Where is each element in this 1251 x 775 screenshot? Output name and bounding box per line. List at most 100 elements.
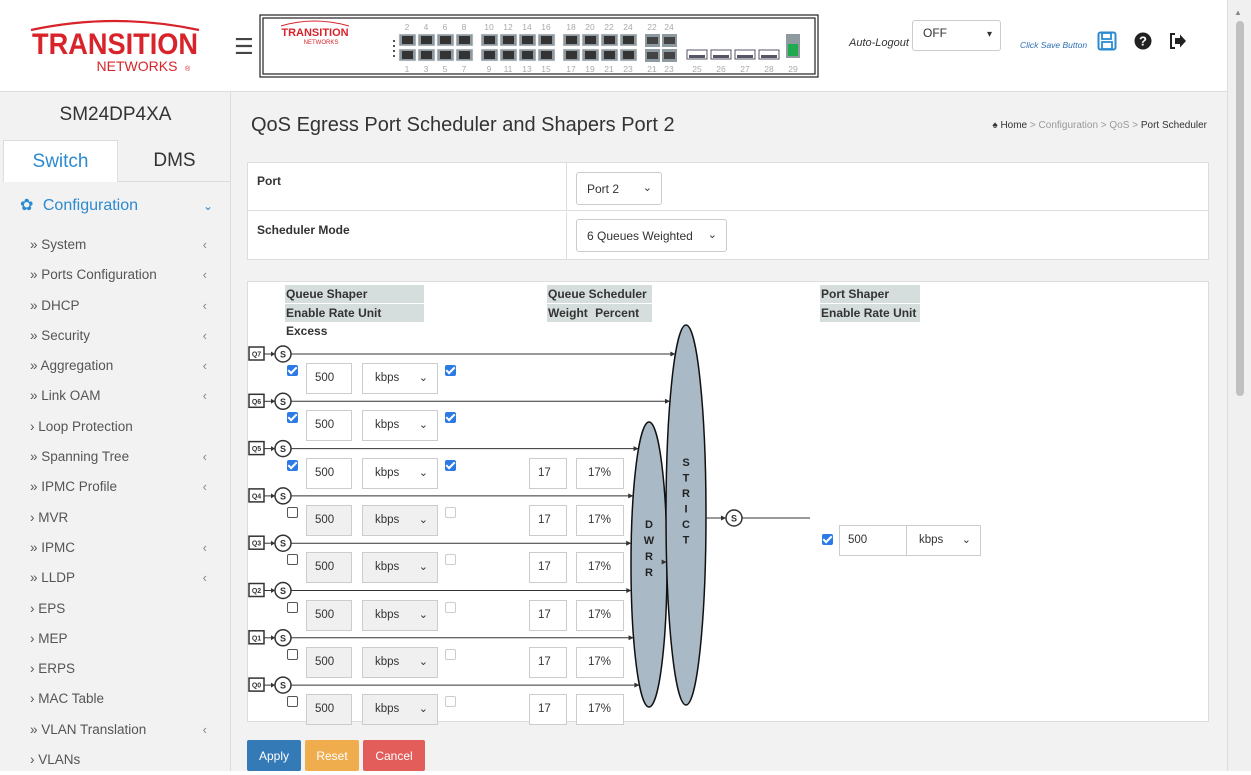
nav-item[interactable]: » VLAN Translation ‹	[0, 715, 231, 745]
nav-item[interactable]: » LLDP ‹	[0, 563, 231, 593]
queue-scheduler-cols: Weight Percent	[547, 304, 652, 322]
queue-shaper-rate-input[interactable]: 500	[306, 646, 352, 678]
queue-shaper-rate-input[interactable]: 500	[306, 363, 352, 394]
queue-shaper-unit-select[interactable]: kbps ⌄	[362, 363, 438, 394]
queue-weight-input[interactable]: 17	[529, 599, 567, 631]
nav-item[interactable]: » Aggregation ‹	[0, 351, 231, 381]
cancel-button[interactable]: Cancel	[363, 740, 425, 771]
nav-item[interactable]: » Link OAM ‹	[0, 381, 231, 411]
chevron-left-icon: ‹	[202, 479, 207, 495]
port-select[interactable]: Port 2 ⌄	[576, 172, 662, 205]
port-number: 10	[484, 22, 494, 32]
logout-icon[interactable]	[1169, 33, 1187, 49]
queue-shaper-excess-checkbox[interactable]	[445, 696, 456, 708]
queue-weight-input[interactable]: 17	[529, 457, 567, 489]
help-icon[interactable]: ?	[1134, 32, 1152, 50]
port-number: 19	[585, 64, 595, 74]
queue-shaper-excess-checkbox[interactable]	[445, 601, 456, 613]
queue-shaper-unit-select[interactable]: kbps ⌄	[362, 694, 438, 726]
nav-item[interactable]: › MAC Table	[0, 684, 231, 714]
nav-item[interactable]: › MVR	[0, 503, 231, 533]
scheduler-mode-select[interactable]: 6 Queues Weighted ⌄	[576, 219, 727, 252]
queue-percent-value: 17%	[576, 504, 624, 536]
nav-item[interactable]: › EPS	[0, 594, 231, 624]
queue-shaper-enable-checkbox[interactable]	[287, 459, 298, 471]
chevron-down-icon: ⌄	[418, 466, 428, 479]
queue-shaper-unit-select[interactable]: kbps ⌄	[362, 552, 438, 584]
queue-shaper-excess-checkbox[interactable]	[445, 459, 456, 471]
queue-shaper-rate-input[interactable]: 500	[306, 599, 352, 631]
chevron-down-icon: ⌄	[418, 703, 428, 716]
queue-weight-input[interactable]: 17	[529, 694, 567, 726]
save-icon[interactable]	[1097, 31, 1117, 51]
nav-item[interactable]: » DHCP ‹	[0, 291, 231, 321]
reset-button[interactable]: Reset	[305, 740, 359, 771]
port-number: 17	[566, 64, 576, 74]
chevron-down-icon: ⌄	[418, 608, 428, 621]
queue-percent-value: 17%	[576, 457, 624, 489]
queue-shaper-excess-checkbox[interactable]	[445, 365, 456, 376]
port-shaper-unit-select[interactable]: kbps ⌄	[906, 525, 981, 556]
transition-networks-logo: TRANSITION NETWORKS ®	[30, 19, 200, 74]
queue-shaper-excess-checkbox[interactable]	[445, 412, 456, 424]
click-save-button-link[interactable]: Click Save Button	[1020, 40, 1087, 50]
scroll-up-arrow-icon[interactable]: ▲	[1234, 8, 1242, 17]
nav-item[interactable]: › MEP	[0, 624, 231, 654]
auto-logout-select[interactable]: OFF ▾	[912, 20, 1001, 51]
nav-item[interactable]: » System ‹	[0, 230, 231, 260]
queue-weight-input[interactable]: 17	[529, 552, 567, 584]
queue-weight-input[interactable]: 17	[529, 504, 567, 536]
queue-shaper-rate-input[interactable]: 500	[306, 457, 352, 489]
queue-shaper-enable-checkbox[interactable]	[287, 601, 298, 613]
queue-node: Q7 S	[248, 345, 676, 363]
queue-shaper-unit-select[interactable]: kbps ⌄	[362, 457, 438, 489]
chevron-down-icon: ⌄	[418, 655, 428, 668]
nav-item[interactable]: » IPMC Profile ‹	[0, 472, 231, 502]
queue-weight-input[interactable]: 17	[529, 646, 567, 678]
nav-item[interactable]: » Ports Configuration ‹	[0, 260, 231, 290]
scheduler-mode-label: Scheduler Mode	[257, 223, 350, 237]
queue-shaper-excess-checkbox[interactable]	[445, 648, 456, 660]
nav-item[interactable]: › Loop Protection	[0, 412, 231, 442]
queue-shaper-rate-input[interactable]: 500	[306, 694, 352, 726]
queue-shaper-excess-checkbox[interactable]	[445, 506, 456, 518]
queue-shaper-enable-checkbox[interactable]	[287, 554, 298, 566]
nav-item[interactable]: » Spanning Tree ‹	[0, 442, 231, 472]
queue-percent-value: 17%	[576, 694, 624, 726]
queue-shaper-unit-select[interactable]: kbps ⌄	[362, 599, 438, 631]
menu-configuration[interactable]: ✿ Configuration ⌄	[0, 188, 231, 224]
queue-label: Q4	[252, 493, 261, 500]
apply-button[interactable]: Apply	[247, 740, 301, 771]
breadcrumb-qos[interactable]: QoS	[1109, 120, 1129, 131]
nav-item[interactable]: » Security ‹	[0, 321, 231, 351]
queue-shaper-unit-select[interactable]: kbps ⌄	[362, 646, 438, 678]
tab-dms[interactable]: DMS	[118, 140, 231, 182]
strict-scheduler: STRICT	[665, 324, 707, 706]
queue-shaper-rate-input[interactable]: 500	[306, 504, 352, 536]
queue-shaper-enable-checkbox[interactable]	[287, 365, 298, 376]
menu-icon[interactable]: ☰	[234, 34, 254, 60]
queue-node: Q2 S	[248, 581, 632, 600]
page-scrollbar[interactable]: ▲	[1227, 0, 1251, 771]
queue-shaper-excess-checkbox[interactable]	[445, 554, 456, 566]
queue-shaper-enable-checkbox[interactable]	[287, 648, 298, 660]
queue-shaper-enable-checkbox[interactable]	[287, 412, 298, 424]
nav-item[interactable]: » IPMC ‹	[0, 533, 231, 563]
menu-configuration-label: Configuration	[42, 197, 139, 214]
breadcrumb-configuration[interactable]: Configuration	[1039, 120, 1098, 131]
port-number: 21	[604, 64, 614, 74]
scroll-thumb[interactable]	[1236, 21, 1244, 396]
dwrr-label-char: D	[645, 519, 653, 531]
port-number: 24	[664, 22, 674, 32]
queue-shaper-enable-checkbox[interactable]	[287, 506, 298, 518]
queue-shaper-unit-select[interactable]: kbps ⌄	[362, 504, 438, 536]
nav-item[interactable]: › ERPS	[0, 654, 231, 684]
breadcrumb-home[interactable]: Home	[1000, 120, 1027, 131]
port-shaper-rate-input[interactable]: 500	[839, 525, 907, 556]
port-shaper-enable-checkbox[interactable]	[822, 534, 833, 545]
queue-shaper-rate-input[interactable]: 500	[306, 410, 352, 442]
queue-shaper-unit-select[interactable]: kbps ⌄	[362, 410, 438, 442]
queue-shaper-rate-input[interactable]: 500	[306, 552, 352, 584]
queue-shaper-enable-checkbox[interactable]	[287, 696, 298, 708]
tab-switch[interactable]: Switch	[3, 140, 118, 182]
